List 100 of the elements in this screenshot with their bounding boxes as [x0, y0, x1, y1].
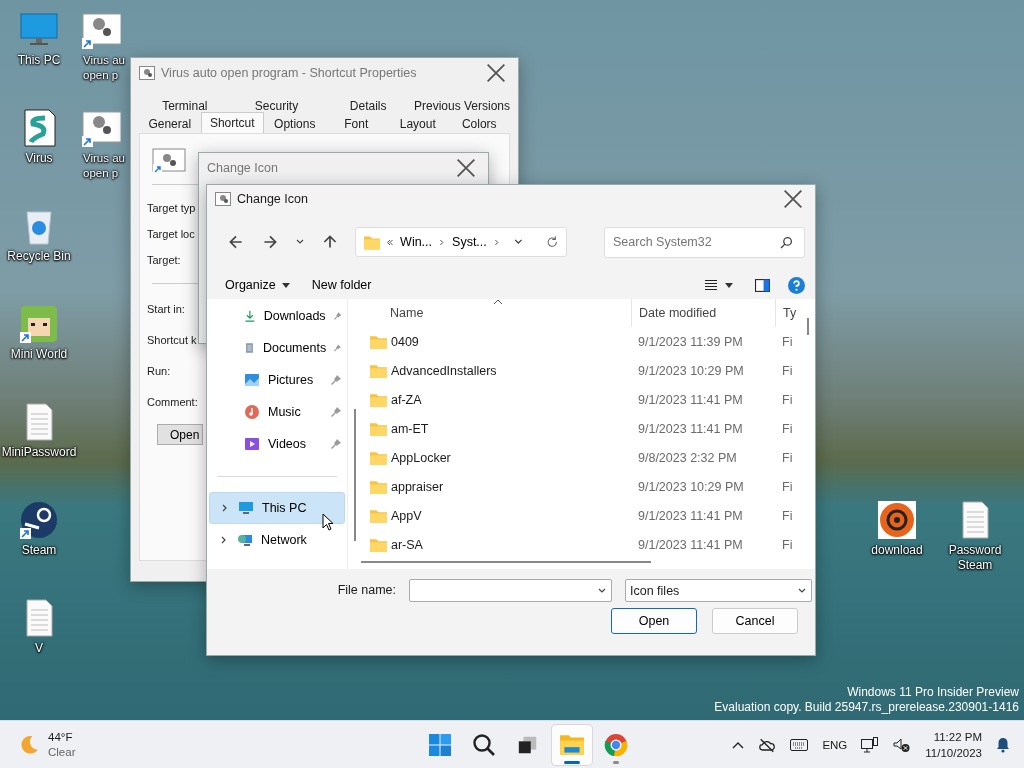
pin-icon	[331, 375, 341, 385]
help-icon[interactable]	[788, 276, 805, 294]
chevron-up-icon[interactable]	[732, 741, 745, 749]
nav-item[interactable]: Pictures	[209, 364, 345, 396]
date-cell-text: 9/1/2023 10:29 PM	[637, 479, 745, 494]
date-cell-text: 9/1/2023 11:41 PM	[637, 421, 744, 436]
desktop-icon-label[interactable]: Steam	[21, 543, 57, 558]
search-icon[interactable]	[780, 235, 793, 249]
window-title: Change Icon	[207, 161, 279, 175]
nav-item[interactable]: Videos	[209, 428, 345, 460]
scrollbar[interactable]	[354, 409, 356, 541]
refresh-icon[interactable]	[545, 235, 558, 249]
desktop-icon-label[interactable]: download	[871, 543, 923, 558]
tab[interactable]: Terminal	[139, 97, 231, 115]
dialog-button[interactable]: Open	[611, 608, 697, 634]
tab[interactable]: Security	[230, 97, 323, 115]
tab[interactable]: Details	[322, 97, 414, 115]
language-indicator[interactable]: ENG	[822, 739, 848, 751]
field-label: Target loc	[147, 227, 195, 242]
folder-icon	[370, 479, 387, 494]
search-field[interactable]: Search System32	[604, 226, 805, 258]
temperature[interactable]: 44°F	[48, 730, 76, 745]
tab[interactable]: Shortcut	[200, 112, 264, 133]
cloud-off-icon[interactable]	[758, 737, 777, 753]
window-title: Change Icon	[237, 192, 309, 206]
field-label: Target:	[147, 253, 181, 268]
file-name[interactable]: 0409	[391, 334, 419, 349]
folder-icon	[370, 537, 387, 552]
folder-icon	[370, 450, 387, 465]
file-name[interactable]: am-ET	[391, 421, 429, 436]
field-label: Comment:	[147, 395, 198, 410]
weather-condition[interactable]: Clear	[48, 745, 76, 760]
vertical-scrollbar[interactable]	[807, 318, 809, 335]
network-icon	[237, 532, 253, 548]
task-view-icon[interactable]	[517, 734, 539, 756]
sort-caret-icon[interactable]	[493, 299, 503, 305]
field-label: Start in:	[147, 302, 185, 317]
field-label: Target typ	[147, 201, 196, 216]
tab[interactable]: Options	[264, 115, 326, 133]
folder-icon[interactable]	[559, 732, 585, 758]
file-name[interactable]: ar-SA	[391, 537, 423, 552]
tab[interactable]: Layout	[387, 115, 449, 133]
nav-item[interactable]: Documents	[209, 332, 345, 364]
tab[interactable]: Colors	[448, 115, 510, 133]
window-icon	[215, 192, 231, 206]
command-button[interactable]: Organize	[219, 275, 296, 295]
windows-logo-icon[interactable]	[428, 733, 452, 757]
type-cell-text: Fi	[781, 334, 794, 349]
file-name-field[interactable]	[409, 579, 612, 602]
type-cell-text: Fi	[781, 508, 794, 523]
folder-icon	[370, 392, 387, 407]
folder-icon	[364, 234, 381, 250]
horizontal-scrollbar[interactable]	[361, 561, 651, 563]
forward-arrow-icon	[263, 235, 277, 249]
nav-item[interactable]: Music	[209, 396, 345, 428]
clock-time[interactable]: 11:22 PM	[933, 729, 982, 745]
file-name[interactable]: af-ZA	[391, 392, 422, 407]
field-label: File name:	[336, 582, 396, 599]
nav-item[interactable]: This PC	[209, 492, 345, 524]
type-cell-text: Fi	[781, 363, 794, 378]
breadcrumb[interactable]: Syst...	[452, 235, 487, 249]
speaker-muted-icon[interactable]	[893, 737, 912, 753]
clock-date[interactable]: 11/10/2023	[925, 745, 982, 761]
desktop-icon-label[interactable]: V	[35, 641, 43, 656]
command-button[interactable]: New folder	[305, 275, 378, 295]
running-indicator	[613, 761, 619, 764]
file-name[interactable]: AdvancedInstallers	[391, 363, 497, 378]
documents-icon	[244, 340, 255, 356]
pictures-icon	[244, 372, 260, 388]
build-info-text: Windows 11 Pro Insider Preview	[846, 685, 1019, 700]
network-icon[interactable]	[861, 737, 880, 753]
file-name[interactable]: AppLocker	[391, 450, 451, 465]
nav-item[interactable]: Downloads	[209, 300, 345, 332]
search-icon[interactable]	[472, 733, 496, 757]
file-name[interactable]: AppV	[391, 508, 422, 523]
date-cell-text: 9/1/2023 11:39 PM	[637, 334, 744, 349]
column-header[interactable]: Date modified	[631, 299, 775, 327]
file-name[interactable]: appraiser	[391, 479, 444, 494]
up-arrow-icon	[323, 235, 337, 249]
music-icon	[244, 404, 260, 420]
tab[interactable]: Previous Versions	[413, 97, 510, 115]
file-type-dropdown[interactable]: Icon files	[625, 579, 812, 602]
type-cell-text: Fi	[781, 392, 794, 407]
column-header[interactable]: Ty	[775, 299, 801, 327]
address-bar[interactable]: Win... Syst...	[355, 227, 567, 257]
bell-icon[interactable]	[996, 737, 1010, 753]
breadcrumb[interactable]: Win...	[400, 235, 433, 249]
desktop-icon-label[interactable]: MiniPassword	[1, 445, 77, 460]
shortcut-gears-icon	[152, 148, 186, 174]
keyboard-icon[interactable]	[790, 739, 809, 751]
preview-pane-icon[interactable]	[755, 278, 770, 292]
browser-icon[interactable]	[604, 733, 628, 757]
running-indicator	[564, 761, 580, 764]
tab[interactable]: General	[139, 115, 201, 133]
open-file-location-button[interactable]: Open	[157, 424, 203, 445]
tab[interactable]: Font	[325, 115, 387, 133]
dialog-button[interactable]: Cancel	[712, 608, 798, 634]
desktop-icon-label[interactable]: Password Steam	[936, 543, 1014, 573]
date-cell-text: 9/1/2023 11:41 PM	[637, 508, 744, 523]
column-header[interactable]: Name	[356, 299, 631, 327]
